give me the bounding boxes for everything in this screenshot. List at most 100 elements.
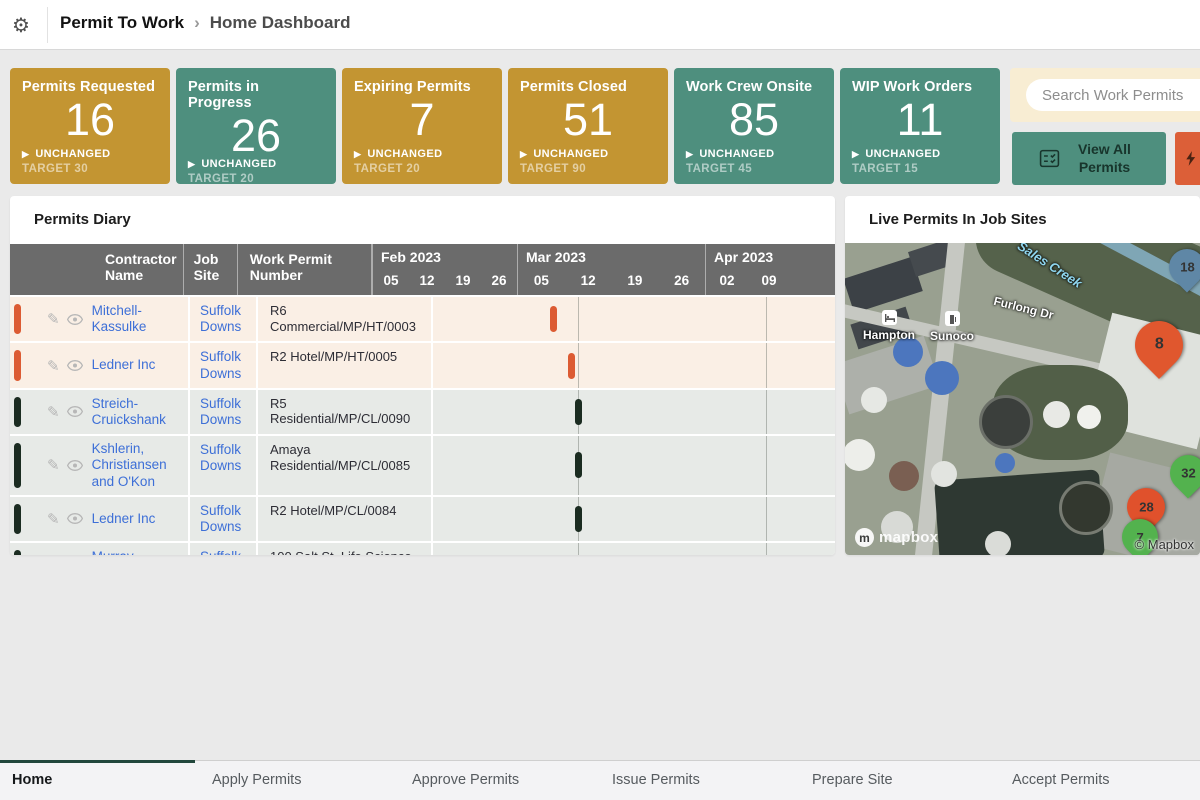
map-tank bbox=[985, 531, 1011, 555]
job-site-link[interactable]: Suffolk Downs bbox=[190, 343, 258, 387]
contractor-link[interactable]: Ledner Inc bbox=[92, 511, 176, 527]
gantt-mark[interactable] bbox=[575, 506, 582, 532]
column-header-contractor[interactable]: Contractor Name bbox=[10, 244, 184, 295]
kpi-value: 51 bbox=[520, 97, 656, 148]
gantt-cell bbox=[433, 497, 835, 541]
gantt-mark[interactable] bbox=[550, 306, 557, 332]
job-site-link[interactable]: Suffolk Downs bbox=[190, 436, 258, 495]
checklist-icon bbox=[1039, 148, 1060, 169]
edit-pencil-icon[interactable]: ✎ bbox=[47, 510, 60, 528]
edit-pencil-icon[interactable]: ✎ bbox=[47, 403, 60, 421]
gantt-timeline-header: Feb 2023 Mar 2023 Apr 2023 0512 1926 051… bbox=[372, 244, 835, 295]
kpi-label: Permits in Progress bbox=[188, 79, 324, 111]
play-icon: ▶ bbox=[520, 149, 527, 160]
play-icon: ▶ bbox=[188, 159, 195, 170]
kpi-card-permits-in-progress[interactable]: Permits in Progress 26 ▶UNCHANGED TARGET… bbox=[176, 68, 336, 184]
job-site-link[interactable]: Suffolk Downs bbox=[190, 297, 258, 341]
gantt-cell bbox=[433, 543, 835, 555]
kpi-trend: ▶UNCHANGED bbox=[188, 158, 324, 170]
kpi-target: TARGET 30 bbox=[22, 163, 158, 175]
tab-approve-permits[interactable]: Approve Permits bbox=[400, 761, 600, 800]
contractor-link[interactable]: Murray-Pouros bbox=[92, 549, 176, 555]
edit-pencil-icon[interactable]: ✎ bbox=[47, 310, 60, 328]
permits-diary-table: Contractor Name Job Site Work Permit Num… bbox=[10, 244, 835, 555]
map-tank bbox=[925, 361, 959, 395]
app-title[interactable]: Permit To Work bbox=[60, 13, 184, 33]
tab-issue-permits[interactable]: Issue Permits bbox=[600, 761, 800, 800]
job-site-link[interactable]: Suffolk Downs bbox=[190, 543, 258, 555]
live-permits-panel: Live Permits In Job Sites Hampton bbox=[845, 196, 1200, 555]
kpi-trend: ▶UNCHANGED bbox=[520, 148, 656, 160]
mapbox-logo[interactable]: m mapbox bbox=[855, 528, 938, 547]
partially-visible-action-button[interactable] bbox=[1175, 132, 1200, 185]
permits-diary-title: Permits Diary bbox=[10, 196, 835, 244]
play-icon: ▶ bbox=[686, 149, 693, 160]
satellite-map[interactable]: Hampton Sunoco Furlong Dr Sales Creek 18… bbox=[845, 243, 1200, 555]
kpi-trend: ▶UNCHANGED bbox=[852, 148, 988, 160]
map-tank bbox=[1059, 481, 1113, 535]
map-copyright[interactable]: © Mapbox bbox=[1135, 537, 1194, 552]
page-title: Home Dashboard bbox=[210, 13, 351, 33]
gantt-mark[interactable] bbox=[575, 399, 582, 425]
fuel-icon bbox=[945, 311, 960, 326]
contractor-link[interactable]: Ledner Inc bbox=[92, 357, 176, 373]
kpi-target: TARGET 45 bbox=[686, 163, 822, 175]
kpi-value: 16 bbox=[22, 97, 158, 148]
play-icon: ▶ bbox=[852, 149, 859, 160]
kpi-target: TARGET 20 bbox=[354, 163, 490, 175]
map-label-road: Furlong Dr bbox=[992, 294, 1055, 322]
kpi-card-wip-work-orders[interactable]: WIP Work Orders 11 ▶UNCHANGED TARGET 15 bbox=[840, 68, 1000, 184]
contractor-link[interactable]: Mitchell-Kassulke bbox=[92, 303, 176, 335]
map-label-hotel: Hampton bbox=[863, 328, 915, 342]
kpi-target: TARGET 15 bbox=[852, 163, 988, 175]
permit-number: R2 Hotel/MP/CL/0084 bbox=[258, 497, 433, 541]
view-eye-icon[interactable] bbox=[67, 460, 83, 471]
kpi-card-permits-closed[interactable]: Permits Closed 51 ▶UNCHANGED TARGET 90 bbox=[508, 68, 668, 184]
view-eye-icon[interactable] bbox=[67, 513, 83, 524]
kpi-label: Work Crew Onsite bbox=[686, 79, 822, 95]
contractor-link[interactable]: Kshlerin, Christiansen and O'Kon bbox=[92, 441, 176, 490]
status-bar bbox=[14, 350, 21, 380]
view-eye-icon[interactable] bbox=[67, 314, 83, 325]
settings-gear-icon[interactable]: ⚙ bbox=[12, 13, 30, 38]
kpi-card-work-crew-onsite[interactable]: Work Crew Onsite 85 ▶UNCHANGED TARGET 45 bbox=[674, 68, 834, 184]
search-panel bbox=[1010, 68, 1200, 122]
edit-pencil-icon[interactable]: ✎ bbox=[47, 357, 60, 375]
view-eye-icon[interactable] bbox=[67, 406, 83, 417]
table-row: ✎ Kshlerin, Christiansen and O'Kon Suffo… bbox=[10, 434, 835, 495]
tab-prepare-site[interactable]: Prepare Site bbox=[800, 761, 1000, 800]
status-bar bbox=[14, 397, 21, 427]
table-row: ✎ Mitchell-Kassulke Suffolk Downs R6 Com… bbox=[10, 295, 835, 341]
column-header-permit-number[interactable]: Work Permit Number bbox=[238, 244, 372, 295]
mapbox-logo-icon: m bbox=[855, 528, 874, 547]
gantt-mark[interactable] bbox=[575, 452, 582, 478]
kpi-card-expiring-permits[interactable]: Expiring Permits 7 ▶UNCHANGED TARGET 20 bbox=[342, 68, 502, 184]
view-all-permits-button[interactable]: View All Permits bbox=[1012, 132, 1166, 185]
edit-pencil-icon[interactable]: ✎ bbox=[47, 456, 60, 474]
map-tank bbox=[889, 461, 919, 491]
kpi-label: WIP Work Orders bbox=[852, 79, 988, 95]
view-eye-icon[interactable] bbox=[67, 360, 83, 371]
kpi-label: Permits Requested bbox=[22, 79, 158, 95]
kpi-label: Permits Closed bbox=[520, 79, 656, 95]
contractor-link[interactable]: Streich-Cruickshank bbox=[92, 396, 176, 428]
permit-number: 100 Salt St, Life Science Block/MP/CL/00… bbox=[258, 543, 433, 555]
gantt-mark[interactable] bbox=[568, 353, 575, 379]
date-headers-feb: 0512 1926 bbox=[372, 270, 517, 295]
search-input[interactable] bbox=[1026, 79, 1200, 111]
column-header-job-site[interactable]: Job Site bbox=[184, 244, 238, 295]
view-all-permits-label: View All Permits bbox=[1070, 141, 1140, 176]
job-site-link[interactable]: Suffolk Downs bbox=[190, 390, 258, 434]
kpi-card-permits-requested[interactable]: Permits Requested 16 ▶UNCHANGED TARGET 3… bbox=[10, 68, 170, 184]
status-bar bbox=[14, 304, 21, 334]
tab-home[interactable]: Home bbox=[0, 761, 200, 800]
job-site-link[interactable]: Suffolk Downs bbox=[190, 497, 258, 541]
map-tank bbox=[845, 439, 875, 471]
date-headers-mar: 0512 1926 bbox=[517, 270, 705, 295]
tab-accept-permits[interactable]: Accept Permits bbox=[1000, 761, 1200, 800]
gantt-cell bbox=[433, 436, 835, 495]
tab-apply-permits[interactable]: Apply Permits bbox=[200, 761, 400, 800]
play-icon: ▶ bbox=[354, 149, 361, 160]
month-header-mar: Mar 2023 bbox=[517, 244, 705, 270]
table-row: ✎ Murray-Pouros Suffolk Downs 100 Salt S… bbox=[10, 541, 835, 555]
